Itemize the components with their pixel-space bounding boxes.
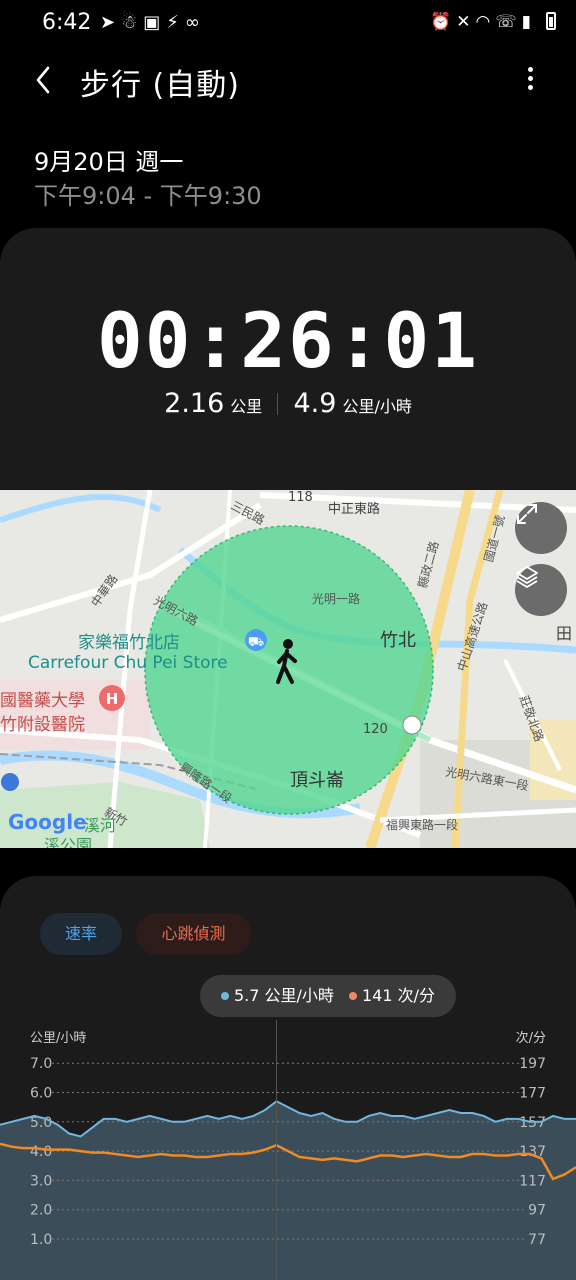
map-label-118: 118 bbox=[288, 490, 313, 505]
map-label-hospital-1: 國醫藥大學 bbox=[0, 691, 85, 711]
bolt-icon: ⚡ bbox=[166, 12, 185, 33]
map-label-zhubei: 竹北 bbox=[380, 630, 416, 651]
tooltip-speed-value: 5.7 bbox=[233, 986, 260, 1005]
right-tick-label: 77 bbox=[528, 1232, 546, 1248]
back-arrow-icon bbox=[36, 66, 50, 94]
telegram-icon: ➤ bbox=[100, 12, 122, 33]
distance-value: 2.16 bbox=[164, 388, 225, 419]
route-map[interactable]: ⛟ H 118 中正東路 三民路 中華路 光明六路 光明一路 家樂福竹北店 Ca… bbox=[0, 490, 576, 848]
speed-unit: 公里/小時 bbox=[342, 397, 412, 416]
status-time: 6:42 bbox=[42, 10, 92, 35]
right-tick-label: 197 bbox=[519, 1056, 546, 1072]
map-label-fuxing: 福興東路一段 bbox=[386, 818, 459, 832]
page-title: 步行 (自動) bbox=[80, 68, 240, 103]
map-label-tian: 田 bbox=[556, 624, 573, 643]
tooltip-hr-value: 141 bbox=[362, 986, 393, 1005]
more-icon-dot bbox=[528, 76, 533, 81]
speed-heart-chart[interactable]: 公里/小時 次/分7.0 1976.0 1775.0 1574.0 1373.0 1172.… bbox=[0, 1020, 576, 1280]
layers-icon bbox=[516, 566, 538, 588]
left-tick-label: 2.0 bbox=[30, 1203, 52, 1219]
tooltip-heart: 141 次/分 bbox=[349, 986, 435, 1005]
google-logo: Google bbox=[8, 810, 87, 834]
heart-dot-icon bbox=[349, 992, 357, 1000]
more-icon-dot bbox=[528, 85, 533, 90]
speed-value: 4.9 bbox=[293, 388, 337, 419]
right-tick-label: 177 bbox=[519, 1086, 546, 1102]
map-label-120: 120 bbox=[363, 722, 388, 737]
map-label-dingdou: 頂斗崙 bbox=[290, 770, 344, 791]
wifi-icon: ◠ bbox=[475, 12, 496, 32]
tooltip-hr-unit: 次/分 bbox=[397, 986, 436, 1005]
chart-tooltip: 5.7 公里/小時 141 次/分 bbox=[200, 975, 456, 1017]
map-label-store-zh: 家樂福竹北店 bbox=[78, 633, 180, 653]
map-label-zhongzheng: 中正東路 bbox=[328, 502, 381, 517]
wifi-call-icon: ☏ bbox=[495, 12, 522, 32]
media-icon: ▣ bbox=[143, 12, 167, 33]
expand-icon bbox=[517, 504, 537, 524]
stats-row: 2.16 公里 4.9 公里/小時 bbox=[0, 388, 576, 419]
stats-divider bbox=[277, 393, 279, 415]
map-label-store-en: Carrefour Chu Pei Store bbox=[28, 653, 228, 673]
tab-speed[interactable]: 速率 bbox=[40, 913, 122, 955]
status-left-icons: ➤☃▣⚡∞ bbox=[100, 12, 206, 33]
map-label-guangming1: 光明一路 bbox=[312, 592, 361, 606]
left-tick-label: 3.0 bbox=[30, 1173, 52, 1189]
mute-icon: ✕ bbox=[456, 12, 476, 32]
more-icon bbox=[528, 67, 533, 72]
map-layers-button[interactable] bbox=[515, 564, 567, 616]
alarm-icon: ⏰ bbox=[430, 12, 457, 32]
left-tick-label: 7.0 bbox=[30, 1056, 52, 1072]
right-tick-label: 157 bbox=[519, 1115, 546, 1131]
session-date: 9月20日 週一 bbox=[34, 148, 184, 176]
expand-map-button[interactable] bbox=[515, 502, 567, 554]
battery-icon bbox=[546, 12, 556, 30]
svg-text:⛟: ⛟ bbox=[248, 635, 264, 650]
map-label-park2: 溪公園 bbox=[44, 836, 93, 848]
distance-unit: 公里 bbox=[230, 397, 263, 416]
status-right-icons: ⏰✕◠☏▮ bbox=[430, 12, 536, 32]
signal-icon: ▮ bbox=[521, 12, 536, 32]
tab-heart-rate[interactable]: 心跳偵測 bbox=[136, 913, 251, 955]
left-tick-label: 4.0 bbox=[30, 1144, 52, 1160]
map-label-hospital-2: 竹附設醫院 bbox=[0, 715, 85, 735]
right-tick-label: 117 bbox=[519, 1173, 546, 1189]
back-button[interactable] bbox=[30, 62, 60, 98]
left-axis-label: 公里/小時 bbox=[30, 1031, 86, 1046]
more-options-button[interactable] bbox=[516, 64, 546, 94]
speed-dot-icon bbox=[220, 992, 229, 1000]
left-tick-label: 6.0 bbox=[30, 1086, 52, 1102]
svg-text:H: H bbox=[106, 690, 119, 708]
right-tick-label: 97 bbox=[528, 1203, 546, 1219]
session-time-range: 下午9:04 - 下午9:30 bbox=[34, 182, 262, 210]
tooltip-speed-unit: 公里/小時 bbox=[264, 986, 334, 1005]
duration-display: 00:26:01 bbox=[96, 296, 480, 385]
speed-area bbox=[0, 1101, 576, 1280]
left-tick-label: 1.0 bbox=[30, 1232, 52, 1248]
tooltip-speed: 5.7 公里/小時 bbox=[220, 986, 334, 1005]
notification-icon: ☃ bbox=[121, 12, 144, 33]
link-icon: ∞ bbox=[184, 12, 206, 33]
right-axis-label: 次/分 bbox=[516, 1030, 546, 1046]
